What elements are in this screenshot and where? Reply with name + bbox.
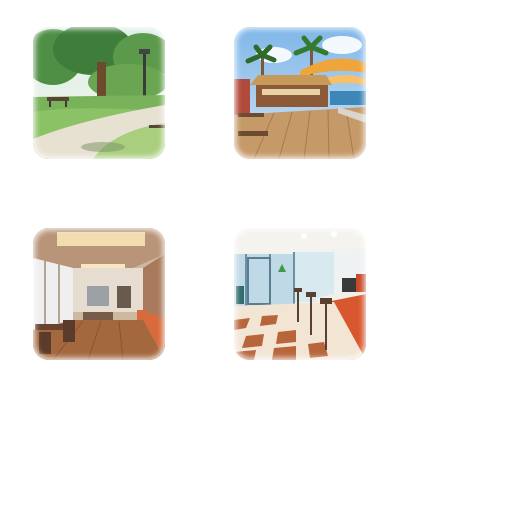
thumbnail-lounge[interactable] xyxy=(33,228,165,360)
thumbnail-park[interactable] xyxy=(33,27,165,159)
beach-cafe-scene-icon xyxy=(234,27,366,159)
lounge-interior-scene-icon xyxy=(33,228,165,360)
thumbnail-beach-cafe[interactable] xyxy=(234,27,366,159)
thumbnail-diner[interactable] xyxy=(234,228,366,360)
diner-counter-scene-icon xyxy=(234,228,366,360)
park-path-scene-icon xyxy=(33,27,165,159)
background-gallery xyxy=(0,0,512,512)
